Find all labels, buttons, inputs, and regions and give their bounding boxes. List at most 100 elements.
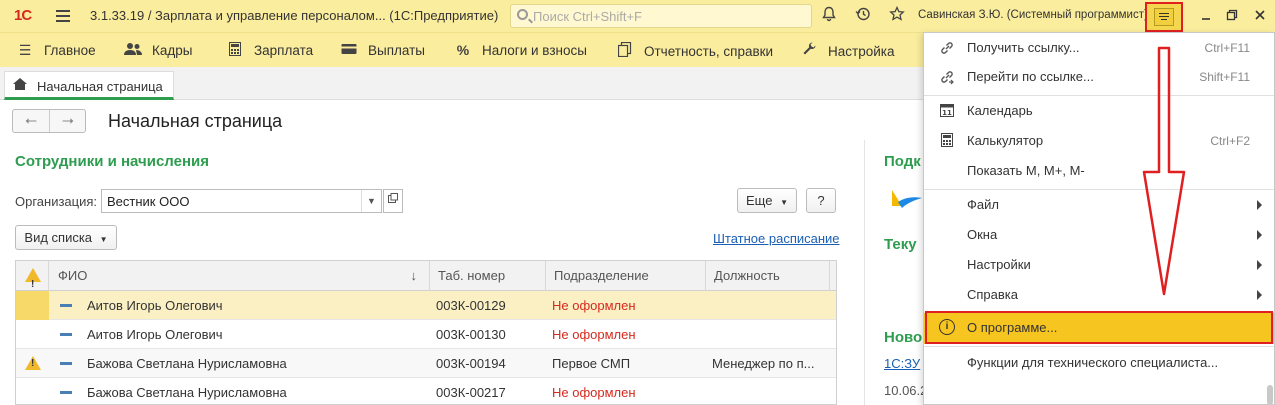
column-header-tab-number[interactable]: Таб. номер (430, 261, 546, 291)
help-button[interactable]: ? (806, 188, 836, 213)
section-settings[interactable]: Настройка (800, 42, 894, 60)
menu-item-go-to-link[interactable]: Перейти по ссылке... Shift+F11 (924, 62, 1274, 92)
sort-arrow-icon: ↓ (410, 268, 418, 283)
cell-name: Аитов Игорь Олегович (87, 327, 223, 342)
news-link[interactable]: 1С:ЗУ (884, 356, 920, 371)
forward-arrow-icon[interactable]: ⭢ (50, 112, 86, 129)
restore-icon[interactable] (1222, 6, 1242, 26)
search-input[interactable] (533, 7, 803, 25)
warning-column-header[interactable] (16, 261, 49, 300)
menu-item-windows[interactable]: Окна (924, 220, 1274, 250)
service-logo-icon (890, 188, 924, 208)
menu-item-about[interactable]: i О программе... (924, 313, 1274, 344)
menu-item-help[interactable]: Справка (924, 280, 1274, 310)
menu-item-tech-functions[interactable]: Функции для технического специалиста... (924, 348, 1274, 378)
tab-label: Начальная страница (37, 79, 163, 94)
employee-status-icon (60, 304, 72, 307)
history-icon[interactable] (853, 6, 873, 26)
cell-position (706, 320, 830, 349)
menu-item-label: Показать M, M+, M- (967, 163, 1085, 178)
back-arrow-icon[interactable]: ⭠ (13, 112, 49, 129)
section-payments[interactable]: Выплаты (340, 42, 425, 58)
dropdown-arrow-icon[interactable]: ▼ (361, 190, 381, 212)
minimize-icon[interactable] (1196, 6, 1216, 26)
staff-schedule-link[interactable]: Штатное расписание (713, 231, 840, 246)
svg-text:11: 11 (942, 109, 952, 117)
system-menu-button[interactable] (1145, 2, 1183, 32)
table-row[interactable]: Аитов Игорь Олегович 003К-00130 Не оформле… (16, 320, 836, 349)
table-row[interactable]: Бажова Светлана Нурисламовна 003К-00217 Не… (16, 378, 836, 404)
wallet-icon (340, 42, 358, 58)
table-row[interactable]: Аитов Игорь Олегович 003К-00129 Не оформле… (16, 291, 836, 320)
menu-item-label: Окна (967, 227, 998, 242)
cell-dept: Не оформлен (552, 298, 636, 313)
menu-item-label: Файл (967, 197, 999, 212)
menu-item-get-link[interactable]: Получить ссылку... Ctrl+F11 (924, 33, 1274, 63)
table-row[interactable]: Бажова Светлана Нурисламовна 003К-00194 Пе… (16, 349, 836, 378)
right-heading-2: Теку (884, 236, 917, 253)
menu-separator (924, 346, 1274, 347)
hamburger-icon: ☰ (18, 42, 32, 58)
submenu-arrow-icon (1257, 290, 1262, 300)
row-selection-marker (16, 291, 49, 320)
menu-lines-icon (1154, 8, 1174, 26)
menu-item-settings[interactable]: Настройки (924, 250, 1274, 280)
employee-status-icon (60, 391, 72, 394)
employee-status-icon (60, 362, 72, 365)
organization-field[interactable]: Вестник ООО ▼ (101, 189, 382, 213)
cell-tab: 003К-00130 (436, 327, 506, 342)
more-button[interactable]: Еще ▼ (737, 188, 797, 213)
column-header-name[interactable]: ФИО ↓ (49, 261, 430, 291)
section-main[interactable]: ☰ Главное (16, 42, 96, 59)
bell-icon[interactable] (819, 6, 839, 26)
section-reports[interactable]: Отчетность, справки (616, 41, 774, 60)
calendar-icon: 11 (938, 103, 956, 119)
main-menu-icon[interactable] (56, 10, 70, 22)
cell-tab: 003К-00194 (436, 356, 506, 371)
section-taxes[interactable]: % Налоги и взносы (454, 42, 587, 58)
calculator-icon (226, 42, 244, 59)
section-hr[interactable]: Кадры (124, 42, 192, 59)
search-box[interactable] (510, 4, 812, 28)
organization-value: Вестник ООО (107, 194, 190, 209)
system-menu: Получить ссылку... Ctrl+F11 Перейти по с… (923, 32, 1275, 405)
menu-item-show-memory[interactable]: Показать M, M+, M- (924, 156, 1274, 186)
menu-item-label: Настройки (967, 257, 1031, 272)
menu-item-shortcut: Ctrl+F11 (1204, 41, 1250, 55)
close-icon[interactable] (1250, 6, 1270, 26)
view-mode-button[interactable]: Вид списка ▼ (15, 225, 117, 250)
cell-tab: 003К-00217 (436, 385, 506, 400)
menu-item-calendar[interactable]: 11 Календарь (924, 96, 1274, 126)
section-label: Отчетность, справки (644, 43, 774, 59)
menu-item-file[interactable]: Файл (924, 190, 1274, 220)
page-title: Начальная страница (108, 111, 283, 131)
star-icon[interactable] (887, 5, 907, 26)
cell-name: Бажова Светлана Нурисламовна (87, 356, 287, 371)
menu-item-calculator[interactable]: Калькулятор Ctrl+F2 (924, 126, 1274, 156)
menu-scrollbar[interactable] (1267, 385, 1273, 405)
menu-item-label: Календарь (967, 103, 1033, 118)
panel-divider (864, 140, 865, 405)
link-icon (938, 40, 956, 56)
dropdown-arrow-icon: ▼ (99, 235, 108, 244)
section-label: Кадры (152, 43, 193, 58)
cell-dept: Первое СМП (552, 356, 631, 371)
cell-name: Бажова Светлана Нурисламовна (87, 385, 287, 400)
organization-label: Организация: (15, 194, 98, 209)
cell-dept: Не оформлен (552, 327, 636, 342)
submenu-arrow-icon (1257, 260, 1262, 270)
menu-item-label: Получить ссылку... (967, 40, 1080, 55)
menu-item-shortcut: Shift+F11 (1199, 70, 1250, 84)
right-heading-1: Подк (884, 153, 921, 170)
open-icon[interactable] (383, 189, 403, 213)
window-title: 3.1.33.19 / Зарплата и управление персон… (90, 8, 499, 23)
column-header-position[interactable]: Должность (706, 261, 830, 291)
right-heading-3: Ново (884, 329, 923, 346)
section-salary[interactable]: Зарплата (226, 42, 313, 59)
user-name[interactable]: Савинская З.Ю. (Системный программист) (918, 9, 1148, 21)
info-icon: i (939, 319, 955, 335)
section-label: Налоги и взносы (482, 42, 587, 58)
cell-tab: 003К-00129 (436, 298, 506, 313)
tab-home-page[interactable]: Начальная страница (4, 71, 174, 100)
column-header-department[interactable]: Подразделение (546, 261, 706, 291)
